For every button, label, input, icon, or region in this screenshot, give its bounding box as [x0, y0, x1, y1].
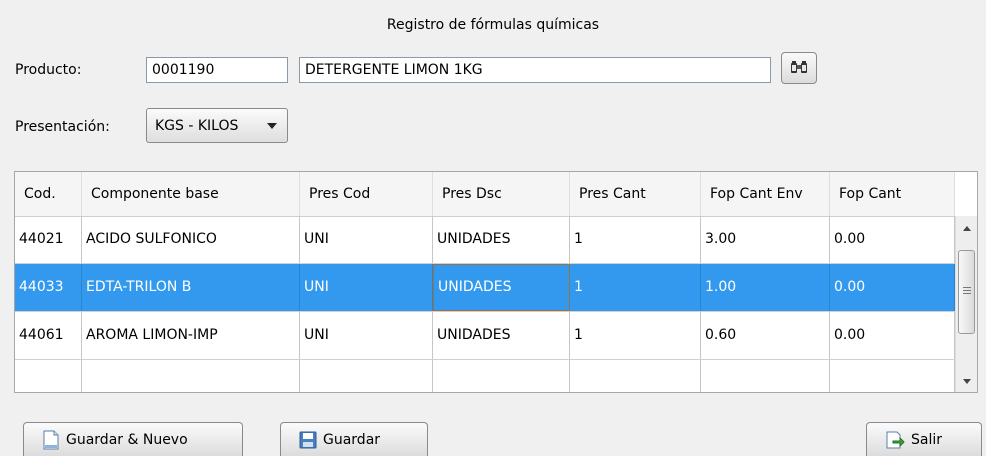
cell-fop-cant[interactable] — [830, 360, 955, 392]
cell-pres-cant[interactable]: 1 — [570, 264, 701, 311]
scroll-down-arrow-icon[interactable] — [956, 371, 977, 391]
guardar-label: Guardar — [323, 431, 381, 448]
cell-pres-cant[interactable] — [570, 360, 701, 392]
chevron-down-icon — [267, 123, 277, 129]
cell-cod[interactable] — [15, 360, 82, 392]
guardar-button[interactable]: Guardar — [280, 422, 428, 456]
table-row[interactable]: 44061 AROMA LIMON-IMP UNI UNIDADES 1 0.6… — [15, 312, 955, 360]
col-cod-header[interactable]: Cod. — [15, 172, 82, 216]
col-pres-cod-header[interactable]: Pres Cod — [300, 172, 433, 216]
guardar-nuevo-button[interactable]: Guardar & Nuevo — [23, 422, 243, 456]
cell-pres-dsc[interactable]: UNIDADES — [433, 312, 570, 359]
col-componente-header[interactable]: Componente base — [82, 172, 300, 216]
presentacion-label: Presentación: — [15, 119, 110, 135]
vertical-scrollbar[interactable] — [955, 216, 977, 392]
cell-componente[interactable]: EDTA-TRILON B — [82, 264, 300, 311]
cell-fop-cant-env[interactable]: 1.00 — [701, 264, 830, 311]
binoculars-icon — [791, 61, 807, 73]
components-table[interactable]: Cod. Componente base Pres Cod Pres Dsc P… — [14, 171, 978, 393]
cell-fop-cant-env[interactable] — [701, 360, 830, 392]
cell-pres-cod[interactable]: UNI — [300, 264, 433, 311]
window-title: Registro de fórmulas químicas — [386, 17, 600, 33]
col-pres-dsc-header[interactable]: Pres Dsc — [433, 172, 570, 216]
scrollbar-thumb[interactable] — [958, 250, 975, 334]
table-header: Cod. Componente base Pres Cod Pres Dsc P… — [15, 172, 955, 217]
producto-label: Producto: — [15, 62, 82, 78]
cell-componente[interactable] — [82, 360, 300, 392]
product-code-field[interactable]: 0001190 — [146, 57, 288, 83]
cell-pres-dsc[interactable] — [433, 360, 570, 392]
cell-pres-cod[interactable] — [300, 360, 433, 392]
col-pres-cant-header[interactable]: Pres Cant — [570, 172, 701, 216]
table-row-empty[interactable] — [15, 360, 955, 392]
product-description-field[interactable]: DETERGENTE LIMON 1KG — [299, 57, 771, 83]
cell-pres-cod[interactable]: UNI — [300, 216, 433, 263]
col-fop-cant-header[interactable]: Fop Cant — [830, 172, 955, 216]
col-fop-cant-env-header[interactable]: Fop Cant Env — [701, 172, 830, 216]
cell-fop-cant[interactable]: 0.00 — [830, 312, 955, 359]
cell-componente[interactable]: ACIDO SULFONICO — [82, 216, 300, 263]
floppy-disk-icon — [299, 431, 317, 448]
cell-pres-cant[interactable]: 1 — [570, 312, 701, 359]
presentacion-value: KGS - KILOS — [155, 117, 239, 134]
cell-pres-dsc-focused[interactable]: UNIDADES — [433, 264, 570, 311]
cell-cod[interactable]: 44021 — [15, 216, 82, 263]
exit-icon — [886, 431, 905, 448]
cell-pres-cod[interactable]: UNI — [300, 312, 433, 359]
cell-fop-cant[interactable]: 0.00 — [830, 264, 955, 311]
presentacion-dropdown[interactable]: KGS - KILOS — [146, 108, 288, 143]
product-lookup-button[interactable] — [781, 52, 817, 84]
cell-componente[interactable]: AROMA LIMON-IMP — [82, 312, 300, 359]
table-row-selected[interactable]: 44033 EDTA-TRILON B UNI UNIDADES 1 1.00 … — [15, 264, 955, 312]
cell-cod[interactable]: 44033 — [15, 264, 82, 311]
cell-cod[interactable]: 44061 — [15, 312, 82, 359]
cell-pres-cant[interactable]: 1 — [570, 216, 701, 263]
guardar-nuevo-label: Guardar & Nuevo — [66, 431, 188, 448]
scroll-up-arrow-icon[interactable] — [956, 218, 977, 238]
cell-fop-cant-env[interactable]: 0.60 — [701, 312, 830, 359]
document-icon — [43, 430, 59, 449]
salir-button[interactable]: Salir — [866, 422, 982, 456]
cell-pres-dsc[interactable]: UNIDADES — [433, 216, 570, 263]
cell-fop-cant-env[interactable]: 3.00 — [701, 216, 830, 263]
table-row[interactable]: 44021 ACIDO SULFONICO UNI UNIDADES 1 3.0… — [15, 216, 955, 264]
cell-fop-cant[interactable]: 0.00 — [830, 216, 955, 263]
salir-label: Salir — [911, 431, 943, 448]
